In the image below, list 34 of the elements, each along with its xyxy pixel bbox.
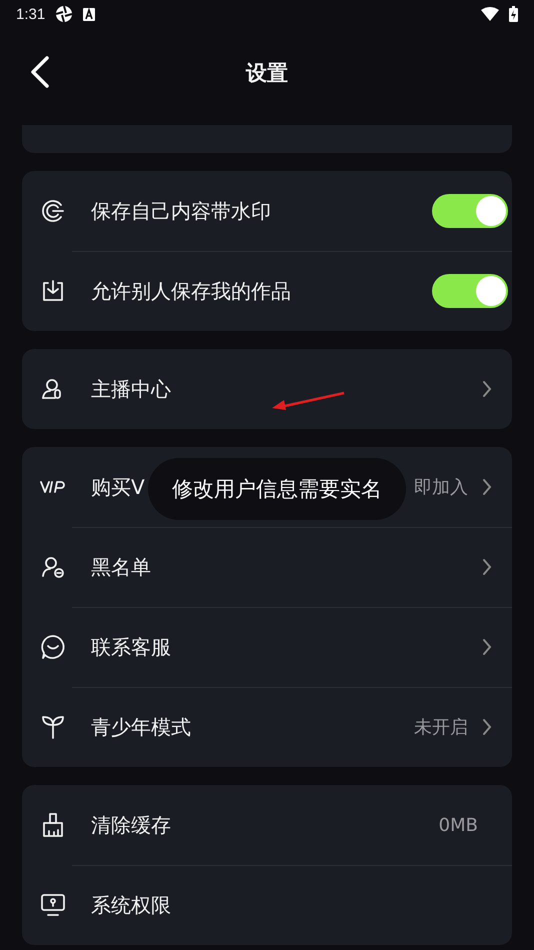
sprout-icon: [40, 714, 66, 740]
download-icon: [40, 278, 66, 304]
chevron-icon[interactable]: [482, 478, 492, 496]
brush-icon: [40, 812, 66, 838]
chevron-icon[interactable]: [482, 380, 492, 398]
setting-label: 允许别人保存我的作品: [91, 278, 291, 304]
wifi-icon: [481, 7, 499, 21]
setting-value: 未开启: [414, 716, 468, 739]
toast-message: 修改用户信息需要实名: [148, 458, 406, 520]
setting-label: 青少年模式: [91, 714, 191, 740]
service-icon: [40, 634, 66, 660]
chevron-icon[interactable]: [482, 558, 492, 576]
chevron-icon[interactable]: [482, 718, 492, 736]
status-time: 1:31: [16, 6, 46, 22]
watermark-icon: [40, 198, 66, 224]
setting-label: 主播中心: [91, 376, 171, 402]
setting-label: 清除缓存: [91, 812, 171, 838]
setting-label: 保存自己内容带水印: [91, 198, 271, 224]
toggle-switch[interactable]: [432, 194, 508, 228]
setting-label: 联系客服: [91, 634, 171, 660]
toggle-switch[interactable]: [432, 274, 508, 308]
battery-icon: [509, 6, 518, 22]
block-icon: [40, 554, 66, 580]
page-title: 设置: [246, 60, 288, 87]
a-icon: [83, 8, 96, 20]
back-icon[interactable]: [30, 56, 50, 88]
chevron-icon[interactable]: [482, 638, 492, 656]
setting-label: 黑名单: [91, 554, 151, 580]
setting-label: 购买V: [91, 474, 145, 500]
setting-value: 即加入: [414, 476, 468, 499]
setting-value: 0MB: [438, 814, 478, 836]
monitor-icon: [40, 892, 66, 918]
setting-label: 系统权限: [91, 892, 171, 918]
aperture-icon: [55, 5, 74, 23]
